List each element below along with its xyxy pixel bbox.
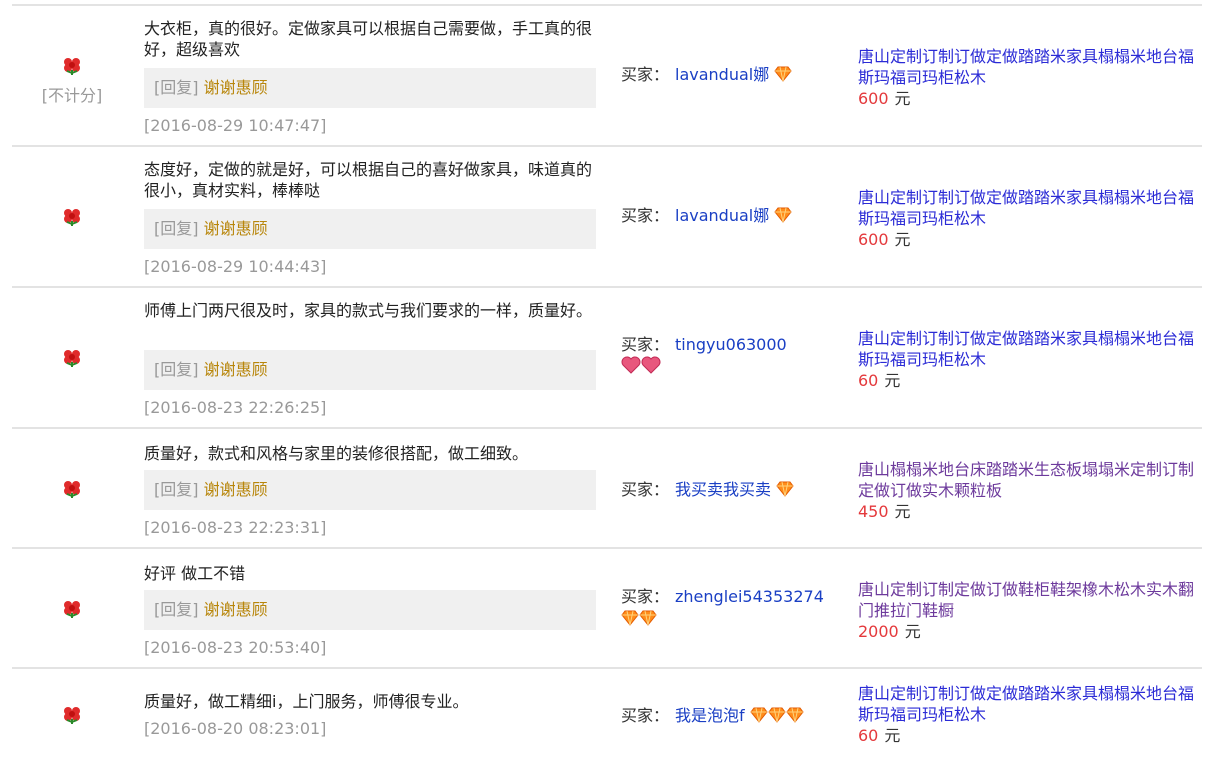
- buyer-label: 买家：: [621, 706, 670, 725]
- reply-tag: [回复]: [154, 78, 199, 97]
- buyer-info: 买家： tingyu063000: [621, 334, 841, 380]
- diamond-icon: [774, 66, 792, 88]
- price-unit: 元: [894, 230, 911, 249]
- buyer-label: 买家：: [621, 65, 670, 84]
- flower-icon: [62, 599, 82, 619]
- reply-text: 谢谢惠顾: [203, 600, 268, 619]
- diamond-icon: [774, 207, 792, 229]
- rating-cell: [12, 479, 132, 503]
- reply-text: 谢谢惠顾: [203, 219, 268, 238]
- diamond-icon: [776, 481, 794, 503]
- item-title-link[interactable]: 唐山定制订制订做定做踏踏米家具榻榻米地台福斯玛福司玛柜松木: [858, 328, 1198, 370]
- rating-cell: [不计分]: [12, 56, 132, 106]
- price-unit: 元: [894, 89, 911, 108]
- rating-cell: [12, 705, 132, 729]
- price-unit: 元: [894, 502, 911, 521]
- review-comment: 质量好，款式和风格与家里的装修很搭配，做工细致。: [144, 444, 529, 463]
- rating-cell: [12, 348, 132, 372]
- reply-tag: [回复]: [154, 600, 199, 619]
- item-price: 2000: [858, 622, 899, 641]
- item-price: 60: [858, 726, 879, 745]
- item-info: 唐山定制订制订做定做踏踏米家具榻榻米地台福斯玛福司玛柜松木 600 元: [858, 187, 1198, 250]
- buyer-info: 买家： lavandual娜: [621, 205, 841, 229]
- review-row: [不计分] 大衣柜，真的很好。定做家具可以根据自己需要做，手工真的很好，超级喜欢…: [12, 4, 1202, 146]
- not-counted-label: [不计分]: [41, 86, 103, 105]
- buyer-label: 买家：: [621, 206, 670, 225]
- seller-reply: [回复] 谢谢惠顾: [144, 590, 596, 630]
- review-comment: 态度好，定做的就是好，可以根据自己的喜好做家具，味道真的很小，真材实料，棒棒哒: [144, 160, 593, 200]
- item-info: 唐山定制订制定做订做鞋柜鞋架橡木松木实木翻门推拉门鞋橱 2000 元: [858, 579, 1198, 642]
- flower-icon: [62, 705, 82, 725]
- buyer-name-link[interactable]: lavandual娜: [675, 206, 769, 225]
- diamond-icon: [621, 610, 639, 632]
- review-date: [2016-08-20 08:23:01]: [144, 719, 327, 738]
- item-title-link[interactable]: 唐山定制订制订做定做踏踏米家具榻榻米地台福斯玛福司玛柜松木: [858, 46, 1198, 88]
- item-title-link[interactable]: 唐山定制订制定做订做鞋柜鞋架橡木松木实木翻门推拉门鞋橱: [858, 579, 1198, 621]
- reply-tag: [回复]: [154, 219, 199, 238]
- buyer-info: 买家： 我买卖我买卖: [621, 479, 841, 503]
- buyer-label: 买家：: [621, 587, 670, 606]
- item-info: 唐山定制订制订做定做踏踏米家具榻榻米地台福斯玛福司玛柜松木 60 元: [858, 683, 1198, 746]
- heart-icon: [641, 356, 661, 380]
- price-unit: 元: [884, 726, 901, 745]
- review-comment: 好评 做工不错: [144, 564, 246, 583]
- flower-icon: [62, 479, 82, 499]
- seller-reply: [回复] 谢谢惠顾: [144, 470, 596, 510]
- review-date: [2016-08-29 10:44:43]: [144, 257, 327, 276]
- review-row: 态度好，定做的就是好，可以根据自己的喜好做家具，味道真的很小，真材实料，棒棒哒 …: [12, 145, 1202, 287]
- flower-icon: [62, 207, 82, 227]
- review-row: 质量好，做工精细i，上门服务，师傅很专业。 [2016-08-20 08:23:…: [12, 667, 1202, 758]
- item-price: 600: [858, 89, 889, 108]
- review-date: [2016-08-29 10:47:47]: [144, 116, 327, 135]
- buyer-name-link[interactable]: 我是泡泡f: [675, 706, 745, 725]
- rating-cell: [12, 599, 132, 623]
- diamond-icon: [786, 707, 804, 729]
- rating-cell: [12, 207, 132, 231]
- seller-reply: [回复] 谢谢惠顾: [144, 209, 596, 249]
- buyer-name-link[interactable]: 我买卖我买卖: [675, 480, 771, 499]
- heart-icon: [621, 356, 641, 380]
- item-title-link[interactable]: 唐山定制订制订做定做踏踏米家具榻榻米地台福斯玛福司玛柜松木: [858, 187, 1198, 229]
- buyer-info: 买家： lavandual娜: [621, 64, 841, 88]
- item-info: 唐山定制订制订做定做踏踏米家具榻榻米地台福斯玛福司玛柜松木 600 元: [858, 46, 1198, 109]
- diamond-icon: [750, 707, 768, 729]
- buyer-name-link[interactable]: lavandual娜: [675, 65, 769, 84]
- buyer-label: 买家：: [621, 335, 670, 354]
- item-info: 唐山定制订制订做定做踏踏米家具榻榻米地台福斯玛福司玛柜松木 60 元: [858, 328, 1198, 391]
- price-unit: 元: [884, 371, 901, 390]
- review-row: 质量好，款式和风格与家里的装修很搭配，做工细致。 [回复] 谢谢惠顾 [2016…: [12, 427, 1202, 548]
- diamond-icon: [639, 610, 657, 632]
- review-row: 好评 做工不错 [回复] 谢谢惠顾 [2016-08-23 20:53:40] …: [12, 547, 1202, 668]
- reply-text: 谢谢惠顾: [203, 78, 268, 97]
- review-comment: 大衣柜，真的很好。定做家具可以根据自己需要做，手工真的很好，超级喜欢: [144, 19, 593, 59]
- review-date: [2016-08-23 22:23:31]: [144, 518, 327, 537]
- flower-icon: [62, 348, 82, 368]
- buyer-info: 买家： 我是泡泡f: [621, 705, 841, 729]
- item-title-link[interactable]: 唐山定制订制订做定做踏踏米家具榻榻米地台福斯玛福司玛柜松木: [858, 683, 1198, 725]
- item-price: 60: [858, 371, 879, 390]
- item-info: 唐山榻榻米地台床踏踏米生态板塌塌米定制订制定做订做实木颗粒板 450 元: [858, 459, 1198, 522]
- reply-tag: [回复]: [154, 360, 199, 379]
- item-price: 450: [858, 502, 889, 521]
- price-unit: 元: [904, 622, 921, 641]
- reply-tag: [回复]: [154, 480, 199, 499]
- buyer-name-link[interactable]: zhenglei54353274: [675, 587, 824, 606]
- review-comment: 质量好，做工精细i，上门服务，师傅很专业。: [144, 692, 469, 711]
- review-comment: 师傅上门两尺很及时，家具的款式与我们要求的一样，质量好。: [144, 301, 593, 320]
- review-date: [2016-08-23 20:53:40]: [144, 638, 327, 657]
- item-title-link[interactable]: 唐山榻榻米地台床踏踏米生态板塌塌米定制订制定做订做实木颗粒板: [858, 459, 1198, 501]
- buyer-info: 买家： zhenglei54353274: [621, 586, 841, 632]
- diamond-icon: [768, 707, 786, 729]
- review-date: [2016-08-23 22:26:25]: [144, 398, 327, 417]
- flower-icon: [62, 56, 82, 76]
- item-price: 600: [858, 230, 889, 249]
- reply-text: 谢谢惠顾: [203, 480, 268, 499]
- seller-reply: [回复] 谢谢惠顾: [144, 350, 596, 390]
- review-row: 师傅上门两尺很及时，家具的款式与我们要求的一样，质量好。 [回复] 谢谢惠顾 […: [12, 286, 1202, 428]
- reply-text: 谢谢惠顾: [203, 360, 268, 379]
- buyer-label: 买家：: [621, 480, 670, 499]
- buyer-name-link[interactable]: tingyu063000: [675, 335, 787, 354]
- seller-reply: [回复] 谢谢惠顾: [144, 68, 596, 108]
